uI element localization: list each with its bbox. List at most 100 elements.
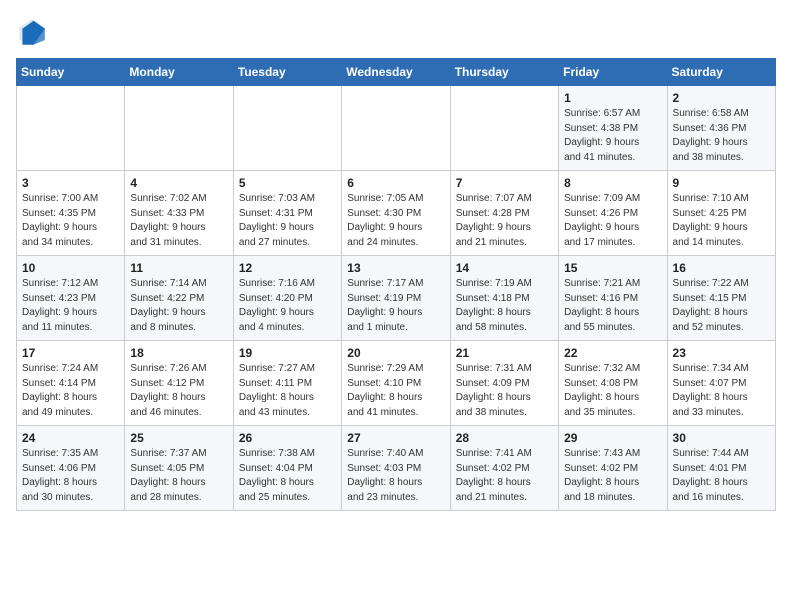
- day-cell: 20Sunrise: 7:29 AMSunset: 4:10 PMDayligh…: [342, 341, 450, 426]
- day-number: 21: [456, 346, 553, 360]
- week-row-4: 17 Sunrise: 7:24 AMSunset: 4:14 PMDayligh…: [17, 341, 776, 426]
- weekday-sunday: Sunday: [17, 59, 125, 86]
- weekday-tuesday: Tuesday: [233, 59, 341, 86]
- day-cell: 21 Sunrise: 7:31 AMSunset: 4:09 PMDayligh…: [450, 341, 558, 426]
- day-cell: 6 Sunrise: 7:05 AMSunset: 4:30 PMDaylight…: [342, 171, 450, 256]
- day-info: Sunrise: 7:14 AMSunset: 4:22 PMDaylight:…: [130, 277, 227, 335]
- day-info: Sunrise: 7:19 AMSunset: 4:18 PMDaylight:…: [456, 277, 553, 335]
- day-number: 12: [239, 261, 336, 275]
- day-number: 6: [347, 176, 444, 190]
- week-row-3: 10 Sunrise: 7:12 AMSunset: 4:23 PMDayligh…: [17, 256, 776, 341]
- day-number: 5: [239, 176, 336, 190]
- day-info: Sunrise: 7:31 AMSunset: 4:09 PMDaylight:…: [456, 362, 553, 420]
- day-number: 8: [564, 176, 661, 190]
- day-cell: [233, 86, 341, 171]
- day-info: Sunrise: 7:41 AMSunset: 4:02 PMDaylight:…: [456, 447, 553, 505]
- day-cell: 16 Sunrise: 7:22 AMSunset: 4:15 PMDayligh…: [667, 256, 775, 341]
- day-info: Sunrise: 7:40 AMSunset: 4:03 PMDaylight:…: [347, 447, 444, 505]
- day-number: 30: [673, 431, 770, 445]
- day-cell: [125, 86, 233, 171]
- day-number: 2: [673, 91, 770, 105]
- day-info: Sunrise: 7:07 AMSunset: 4:28 PMDaylight:…: [456, 192, 553, 250]
- day-cell: 30 Sunrise: 7:44 AMSunset: 4:01 PMDayligh…: [667, 426, 775, 511]
- day-info: Sunrise: 7:12 AMSunset: 4:23 PMDaylight:…: [22, 277, 119, 335]
- day-cell: 10 Sunrise: 7:12 AMSunset: 4:23 PMDayligh…: [17, 256, 125, 341]
- logo: [16, 16, 54, 48]
- day-info: Sunrise: 7:02 AMSunset: 4:33 PMDaylight:…: [130, 192, 227, 250]
- day-cell: [450, 86, 558, 171]
- day-number: 22: [564, 346, 661, 360]
- day-number: 17: [22, 346, 119, 360]
- logo-icon: [16, 16, 48, 48]
- day-info: Sunrise: 7:21 AMSunset: 4:16 PMDaylight:…: [564, 277, 661, 335]
- day-number: 4: [130, 176, 227, 190]
- day-number: 13: [347, 261, 444, 275]
- day-info: Sunrise: 6:57 AMSunset: 4:38 PMDaylight:…: [564, 107, 661, 165]
- day-cell: 28 Sunrise: 7:41 AMSunset: 4:02 PMDayligh…: [450, 426, 558, 511]
- day-cell: 29 Sunrise: 7:43 AMSunset: 4:02 PMDayligh…: [559, 426, 667, 511]
- day-info: Sunrise: 7:34 AMSunset: 4:07 PMDaylight:…: [673, 362, 770, 420]
- calendar-table: SundayMondayTuesdayWednesdayThursdayFrid…: [16, 58, 776, 511]
- day-number: 26: [239, 431, 336, 445]
- day-cell: [342, 86, 450, 171]
- day-cell: 9 Sunrise: 7:10 AMSunset: 4:25 PMDaylight…: [667, 171, 775, 256]
- day-info: Sunrise: 7:24 AMSunset: 4:14 PMDaylight:…: [22, 362, 119, 420]
- day-info: Sunrise: 7:22 AMSunset: 4:15 PMDaylight:…: [673, 277, 770, 335]
- day-cell: [17, 86, 125, 171]
- day-info: Sunrise: 7:37 AMSunset: 4:05 PMDaylight:…: [130, 447, 227, 505]
- day-number: 16: [673, 261, 770, 275]
- day-cell: 18 Sunrise: 7:26 AMSunset: 4:12 PMDayligh…: [125, 341, 233, 426]
- day-number: 14: [456, 261, 553, 275]
- day-info: Sunrise: 7:00 AMSunset: 4:35 PMDaylight:…: [22, 192, 119, 250]
- day-cell: 26 Sunrise: 7:38 AMSunset: 4:04 PMDayligh…: [233, 426, 341, 511]
- day-cell: 3 Sunrise: 7:00 AMSunset: 4:35 PMDaylight…: [17, 171, 125, 256]
- day-cell: 8 Sunrise: 7:09 AMSunset: 4:26 PMDaylight…: [559, 171, 667, 256]
- day-cell: 19 Sunrise: 7:27 AMSunset: 4:11 PMDayligh…: [233, 341, 341, 426]
- day-number: 9: [673, 176, 770, 190]
- day-info: Sunrise: 6:58 AMSunset: 4:36 PMDaylight:…: [673, 107, 770, 165]
- day-info: Sunrise: 7:16 AMSunset: 4:20 PMDaylight:…: [239, 277, 336, 335]
- day-cell: 5 Sunrise: 7:03 AMSunset: 4:31 PMDaylight…: [233, 171, 341, 256]
- day-cell: 23 Sunrise: 7:34 AMSunset: 4:07 PMDayligh…: [667, 341, 775, 426]
- day-cell: 17 Sunrise: 7:24 AMSunset: 4:14 PMDayligh…: [17, 341, 125, 426]
- day-info: Sunrise: 7:29 AMSunset: 4:10 PMDaylight:…: [347, 362, 444, 420]
- day-number: 24: [22, 431, 119, 445]
- day-info: Sunrise: 7:05 AMSunset: 4:30 PMDaylight:…: [347, 192, 444, 250]
- day-number: 29: [564, 431, 661, 445]
- day-number: 25: [130, 431, 227, 445]
- day-number: 19: [239, 346, 336, 360]
- day-cell: 7Sunrise: 7:07 AMSunset: 4:28 PMDaylight…: [450, 171, 558, 256]
- weekday-wednesday: Wednesday: [342, 59, 450, 86]
- day-cell: 15 Sunrise: 7:21 AMSunset: 4:16 PMDayligh…: [559, 256, 667, 341]
- day-info: Sunrise: 7:27 AMSunset: 4:11 PMDaylight:…: [239, 362, 336, 420]
- day-cell: 4 Sunrise: 7:02 AMSunset: 4:33 PMDaylight…: [125, 171, 233, 256]
- weekday-saturday: Saturday: [667, 59, 775, 86]
- day-info: Sunrise: 7:32 AMSunset: 4:08 PMDaylight:…: [564, 362, 661, 420]
- day-number: 18: [130, 346, 227, 360]
- day-info: Sunrise: 7:09 AMSunset: 4:26 PMDaylight:…: [564, 192, 661, 250]
- day-number: 3: [22, 176, 119, 190]
- day-number: 28: [456, 431, 553, 445]
- day-info: Sunrise: 7:03 AMSunset: 4:31 PMDaylight:…: [239, 192, 336, 250]
- day-number: 15: [564, 261, 661, 275]
- day-info: Sunrise: 7:44 AMSunset: 4:01 PMDaylight:…: [673, 447, 770, 505]
- day-cell: 14 Sunrise: 7:19 AMSunset: 4:18 PMDayligh…: [450, 256, 558, 341]
- day-info: Sunrise: 7:26 AMSunset: 4:12 PMDaylight:…: [130, 362, 227, 420]
- week-row-1: 1Sunrise: 6:57 AMSunset: 4:38 PMDaylight…: [17, 86, 776, 171]
- day-info: Sunrise: 7:10 AMSunset: 4:25 PMDaylight:…: [673, 192, 770, 250]
- day-info: Sunrise: 7:17 AMSunset: 4:19 PMDaylight:…: [347, 277, 444, 335]
- week-row-2: 3 Sunrise: 7:00 AMSunset: 4:35 PMDaylight…: [17, 171, 776, 256]
- day-number: 10: [22, 261, 119, 275]
- day-number: 11: [130, 261, 227, 275]
- week-row-5: 24Sunrise: 7:35 AMSunset: 4:06 PMDayligh…: [17, 426, 776, 511]
- day-info: Sunrise: 7:43 AMSunset: 4:02 PMDaylight:…: [564, 447, 661, 505]
- day-number: 23: [673, 346, 770, 360]
- weekday-thursday: Thursday: [450, 59, 558, 86]
- day-cell: 11 Sunrise: 7:14 AMSunset: 4:22 PMDayligh…: [125, 256, 233, 341]
- day-info: Sunrise: 7:38 AMSunset: 4:04 PMDaylight:…: [239, 447, 336, 505]
- day-cell: 27Sunrise: 7:40 AMSunset: 4:03 PMDayligh…: [342, 426, 450, 511]
- day-cell: 24Sunrise: 7:35 AMSunset: 4:06 PMDayligh…: [17, 426, 125, 511]
- weekday-monday: Monday: [125, 59, 233, 86]
- weekday-friday: Friday: [559, 59, 667, 86]
- day-cell: 12 Sunrise: 7:16 AMSunset: 4:20 PMDayligh…: [233, 256, 341, 341]
